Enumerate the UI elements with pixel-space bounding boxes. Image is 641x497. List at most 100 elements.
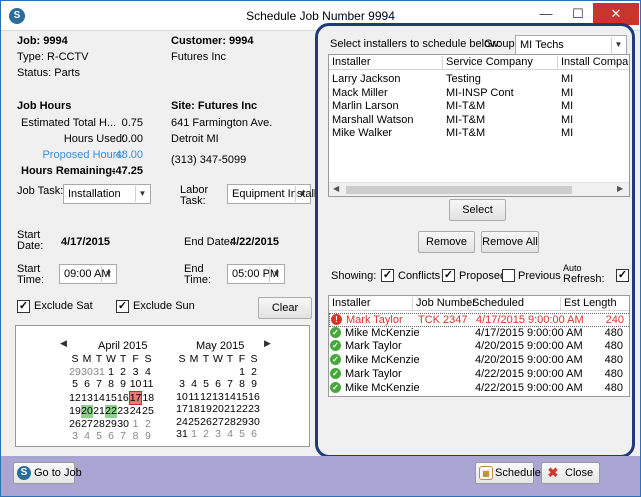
calendar-day[interactable]: 28 <box>224 416 236 429</box>
calendar-day[interactable]: 2 <box>117 366 129 379</box>
calendar-day[interactable]: 20 <box>212 403 224 416</box>
calendar-day[interactable]: 6 <box>248 428 260 441</box>
column-header[interactable]: Scheduled <box>469 297 561 311</box>
calendar-day[interactable]: 4 <box>224 428 236 441</box>
calendar-day[interactable]: 6 <box>212 378 224 391</box>
remove-all-button[interactable]: Remove All <box>481 231 539 253</box>
schedule-row[interactable]: ✓ Mark Taylor 4/22/2015 9:00:00 AM 480 <box>329 367 629 382</box>
calendar-day[interactable]: 19 <box>200 403 212 416</box>
calendar-day[interactable]: 11 <box>142 378 154 391</box>
calendar-day[interactable]: 1 <box>105 366 117 379</box>
calendar-day[interactable]: 2 <box>142 418 154 431</box>
calendar-day[interactable]: 26 <box>200 416 212 429</box>
calendar-day[interactable]: 6 <box>105 430 117 443</box>
calendar-day[interactable]: 8 <box>129 430 142 443</box>
calendar-day[interactable]: 3 <box>69 430 81 443</box>
installer-row[interactable]: Larry Jackson Testing MI <box>329 73 629 87</box>
installer-row[interactable]: Marlin Larson MI-T&M MI <box>329 100 629 114</box>
calendar-day[interactable]: 17 <box>176 403 188 416</box>
maximize-icon[interactable]: ☐ <box>563 3 593 25</box>
installer-row[interactable]: Mack Miller MI-INSP Cont MI <box>329 87 629 101</box>
proposed-checkbox[interactable]: ✓ <box>442 269 455 282</box>
calendar-day[interactable]: 31 <box>93 366 105 379</box>
start-time-select[interactable]: 09:00 AM ▼ <box>59 264 117 284</box>
schedule-row[interactable]: ✓ Mike McKenzie 4/17/2015 9:00:00 AM 480 <box>329 326 629 341</box>
calendar-day[interactable]: 3 <box>129 366 142 379</box>
calendar-day[interactable]: 10 <box>176 391 188 404</box>
previous-month-icon[interactable]: ◀ <box>60 338 67 349</box>
conflicts-checkbox[interactable]: ✓ <box>381 269 394 282</box>
calendar-day[interactable]: 21 <box>93 405 105 418</box>
date-calendar[interactable]: ◀ April 2015 May 2015 ▶ S M T W T F S 29 30 31 1 2 3… <box>15 325 310 447</box>
installer-row[interactable]: Mike Walker MI-T&M MI <box>329 127 629 141</box>
calendar-day[interactable]: 9 <box>117 378 129 391</box>
close-button[interactable]: ✖ Close <box>541 462 600 484</box>
calendar-day[interactable]: 6 <box>81 378 93 391</box>
calendar-day[interactable]: 1 <box>129 418 142 431</box>
column-header[interactable]: Est Length <box>561 297 629 311</box>
calendar-day[interactable]: 25 <box>188 416 200 429</box>
calendar-day[interactable]: 22 <box>105 404 117 418</box>
previous-checkbox[interactable] <box>502 269 515 282</box>
calendar-day[interactable]: 14 <box>93 391 105 405</box>
calendar-day[interactable]: 4 <box>142 366 154 379</box>
calendar-day[interactable]: 26 <box>69 418 81 431</box>
calendar-day[interactable]: 15 <box>105 391 117 405</box>
calendar-day[interactable]: 19 <box>69 405 81 418</box>
calendar-day[interactable]: 5 <box>200 378 212 391</box>
calendar-day[interactable]: 8 <box>105 378 117 391</box>
calendar-day[interactable]: 5 <box>93 430 105 443</box>
column-header[interactable]: Installer <box>329 297 413 311</box>
exclude-sat-checkbox[interactable]: ✓ <box>17 300 30 313</box>
calendar-day[interactable]: 8 <box>236 378 248 391</box>
column-header[interactable]: Installer <box>329 56 443 70</box>
calendar-day[interactable]: 5 <box>69 378 81 391</box>
calendar-day[interactable]: 14 <box>224 391 236 404</box>
calendar-day[interactable]: 7 <box>117 430 129 443</box>
column-header[interactable]: Install Company <box>558 56 629 70</box>
calendar-day[interactable]: 20 <box>81 404 93 418</box>
may-grid[interactable]: S M T W T F S 1 2 3 4 5 6 7 8 9 10 11 12 13 14 15 16 17 18 19 20 21… <box>176 353 260 441</box>
april-grid[interactable]: S M T W T F S 29 30 31 1 2 3 4 5 6 7 8 9 10 11 12 13 14 15 16 17 18… <box>69 353 154 443</box>
calendar-day[interactable]: 18 <box>188 403 200 416</box>
calendar-day[interactable]: 3 <box>212 428 224 441</box>
calendar-day[interactable]: 30 <box>81 366 93 379</box>
calendar-day[interactable]: 13 <box>212 391 224 404</box>
group-select[interactable]: MI Techs ▼ <box>515 35 627 55</box>
remove-button[interactable]: Remove <box>418 231 475 253</box>
installer-grid[interactable]: Installer Service Company Install Compan… <box>328 54 630 197</box>
calendar-day[interactable]: 12 <box>69 391 81 405</box>
calendar-day[interactable]: 7 <box>93 378 105 391</box>
calendar-day[interactable]: 30 <box>117 418 129 431</box>
calendar-day[interactable]: 25 <box>142 405 154 418</box>
calendar-day[interactable]: 2 <box>248 366 260 379</box>
job-task-select[interactable]: Installation ▼ <box>63 184 151 204</box>
schedule-grid[interactable]: Installer Job Number Scheduled Est Lengt… <box>328 295 630 397</box>
select-button[interactable]: Select <box>449 199 506 221</box>
calendar-day[interactable]: 29 <box>236 416 248 429</box>
calendar-day[interactable]: 17 <box>128 390 143 405</box>
calendar-day[interactable]: 7 <box>224 378 236 391</box>
schedule-button[interactable]: ▦ Schedule <box>475 462 541 484</box>
clear-button[interactable]: Clear <box>258 297 312 319</box>
calendar-day[interactable]: 29 <box>69 366 81 379</box>
minimize-icon[interactable]: — <box>531 3 561 25</box>
calendar-day[interactable]: 4 <box>188 378 200 391</box>
column-header[interactable]: Job Number <box>413 297 476 311</box>
scroll-right-icon[interactable]: ▶ <box>617 184 623 193</box>
calendar-day[interactable]: 29 <box>105 418 117 431</box>
calendar-day[interactable]: 1 <box>188 428 200 441</box>
labor-task-select[interactable]: Equipment Install ▼ <box>227 184 316 204</box>
end-time-select[interactable]: 05:00 PM ▼ <box>227 264 285 284</box>
calendar-day[interactable]: 12 <box>200 391 212 404</box>
auto-refresh-checkbox[interactable]: ✓ <box>616 269 629 282</box>
calendar-day[interactable]: 24 <box>129 405 142 418</box>
calendar-day[interactable]: 9 <box>142 430 154 443</box>
schedule-row[interactable]: ✓ Mike McKenzie 4/20/2015 9:00:00 AM 480 <box>329 354 629 368</box>
calendar-day[interactable]: 11 <box>188 391 200 404</box>
calendar-day[interactable]: 10 <box>129 378 142 391</box>
go-to-job-button[interactable]: S Go to Job <box>13 462 82 484</box>
calendar-day[interactable]: 27 <box>81 418 93 431</box>
calendar-day[interactable]: 30 <box>248 416 260 429</box>
exclude-sun-checkbox[interactable]: ✓ <box>116 300 129 313</box>
